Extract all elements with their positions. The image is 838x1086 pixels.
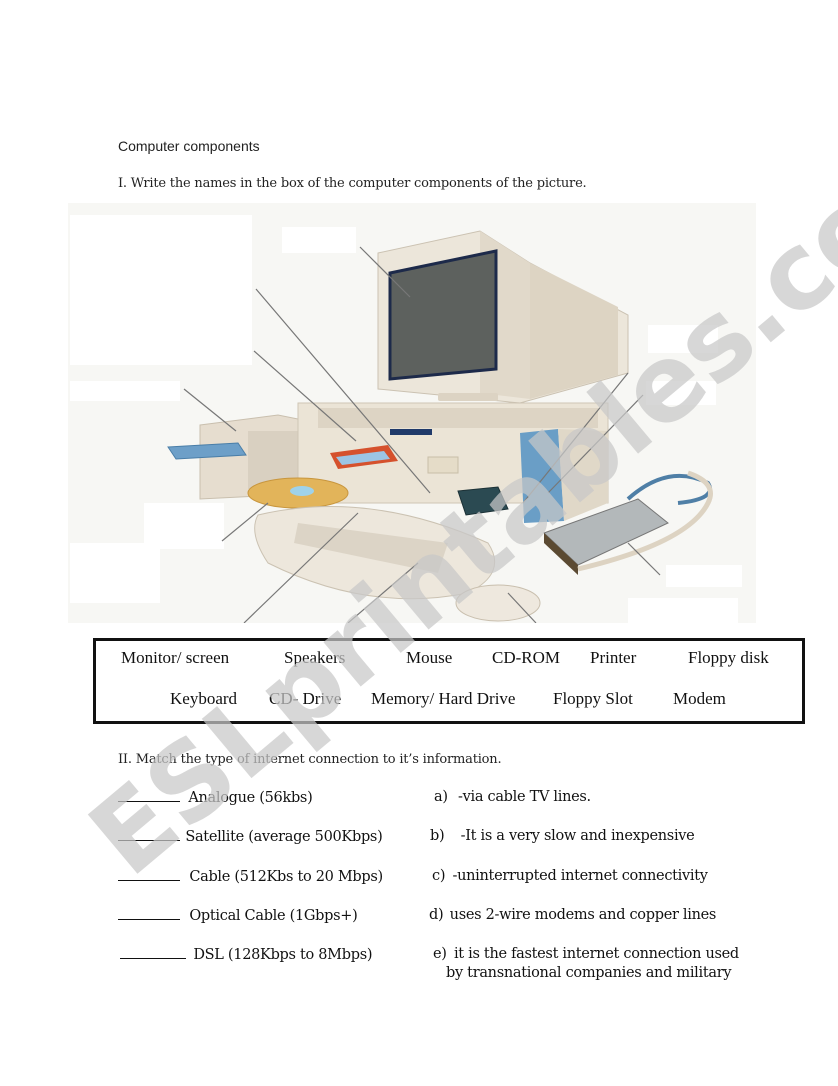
answer-blank[interactable] (118, 828, 180, 841)
description-label: b) (430, 828, 445, 844)
description-item: c) -uninterrupted internet connectivity (432, 868, 708, 884)
computer-picture (68, 203, 756, 623)
description-item: d) uses 2-wire modems and copper lines (429, 907, 716, 923)
label-box[interactable] (282, 227, 356, 253)
word-bank-item: Keyboard (170, 689, 238, 708)
description-item: e) it is the fastest internet connection… (433, 946, 739, 962)
word-bank-item: Memory/ Hard Drive (371, 689, 516, 708)
section1-instruction: I. Write the names in the box of the com… (118, 176, 587, 191)
connection-item: DSL (128Kbps to 8Mbps) (120, 946, 373, 963)
description-item: b) -It is a very slow and inexpensive (430, 828, 695, 844)
description-text: it is the fastest internet connection us… (453, 946, 739, 962)
word-bank-item: Modem (673, 689, 726, 708)
label-box[interactable] (646, 381, 716, 405)
word-bank-item: Floppy Slot (553, 689, 633, 708)
description-label: d) (429, 907, 444, 923)
label-box[interactable] (628, 598, 738, 623)
word-bank-item: Monitor/ screen (121, 648, 230, 667)
connection-name: Cable (512Kbs to 20 Mbps) (189, 869, 383, 885)
word-bank-item: Floppy disk (688, 648, 769, 667)
description-text: uses 2-wire modems and copper lines (449, 907, 717, 923)
word-bank-item: CD-ROM (492, 648, 561, 667)
word-bank-item: Mouse (406, 648, 453, 667)
monitor (377, 230, 629, 404)
description-label: a) (434, 789, 448, 805)
connection-item: Satellite (average 500Kbps) (118, 828, 383, 845)
word-bank-item: Printer (590, 648, 637, 667)
description-text: -It is a very slow and inexpensive (460, 828, 695, 844)
description-text-continued: by transnational companies and military (446, 965, 732, 981)
description-label: e) (433, 946, 447, 962)
label-box[interactable] (70, 215, 252, 365)
floppy-slot (390, 429, 432, 435)
label-box[interactable] (648, 325, 718, 353)
label-box[interactable] (144, 503, 224, 549)
keyboard (254, 506, 496, 600)
word-bank-item: CD- Drive (269, 689, 342, 708)
page-title: Computer components (118, 138, 260, 154)
answer-blank[interactable] (118, 868, 180, 881)
cd-disk (247, 477, 349, 509)
connection-item: Cable (512Kbs to 20 Mbps) (118, 868, 383, 885)
answer-blank[interactable] (118, 789, 180, 802)
answer-blank[interactable] (118, 907, 180, 920)
description-text: -via cable TV lines. (458, 789, 591, 805)
connection-item: Optical Cable (1Gbps+) (118, 907, 358, 924)
section2-instruction: II. Match the type of internet connectio… (118, 752, 502, 767)
connection-name: DSL (128Kbps to 8Mbps) (193, 947, 373, 963)
answer-blank[interactable] (120, 946, 186, 959)
description-label: c) (432, 868, 446, 884)
connection-name: Optical Cable (1Gbps+) (189, 908, 358, 924)
description-item: a) -via cable TV lines. (434, 789, 591, 805)
label-box[interactable] (70, 543, 160, 603)
computer-illustration (70, 215, 742, 623)
word-bank-item: Speakers (284, 648, 346, 667)
label-box[interactable] (70, 381, 180, 401)
word-bank-box: Monitor/ screen Speakers Mouse CD-ROM Pr… (93, 638, 805, 724)
connection-name: Satellite (average 500Kbps) (185, 829, 383, 845)
description-text: -uninterrupted internet connectivity (452, 868, 708, 884)
connection-item: Analogue (56kbs) (118, 789, 313, 806)
label-box[interactable] (666, 565, 742, 587)
connection-name: Analogue (56kbs) (188, 790, 313, 806)
